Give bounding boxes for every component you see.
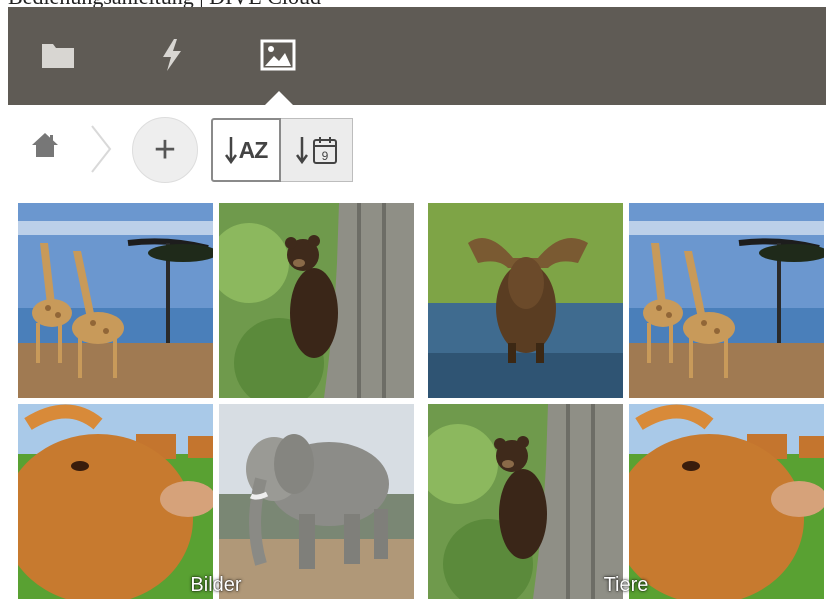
sort-by-date-button[interactable]: 9 [281, 118, 353, 182]
image-icon [260, 39, 296, 71]
sort-arrow-icon [295, 137, 308, 165]
folder-icon [42, 44, 74, 68]
tab-activity[interactable] [152, 35, 192, 75]
thumbnail-elephant [219, 404, 414, 599]
thumbnail-giraffes [18, 203, 213, 398]
thumbnail-cow [629, 404, 824, 599]
tab-gallery[interactable] [258, 35, 298, 75]
top-nav-bar [8, 7, 826, 107]
sort-name-label: AZ [238, 136, 269, 163]
active-tab-indicator [263, 91, 295, 107]
thumbnail-giraffes [629, 203, 824, 398]
calendar-icon: 9 [312, 137, 337, 164]
folder-tile-tiere[interactable]: Tiere [428, 203, 824, 599]
folder-tile-bilder[interactable]: Bilder [18, 203, 414, 599]
home-icon [32, 133, 58, 157]
calendar-day: 9 [321, 149, 328, 163]
gallery-toolbar: + AZ 9 [8, 110, 826, 190]
add-button[interactable]: + [132, 117, 198, 183]
lightning-icon [163, 39, 181, 71]
folder-name-tiere: Tiere [603, 574, 649, 596]
sort-arrow-icon [224, 137, 237, 165]
breadcrumb-home[interactable] [30, 130, 60, 160]
sort-by-name-button[interactable]: AZ [211, 118, 281, 182]
thumbnail-bear-cub [428, 404, 623, 599]
thumbnail-moose [428, 203, 623, 398]
breadcrumb-chevron-icon [91, 125, 112, 173]
tab-files[interactable] [38, 35, 78, 75]
thumbnail-bear-cub [219, 203, 414, 398]
folder-grid: Bilder Tiere [18, 203, 824, 599]
folder-name-bilder: Bilder [190, 574, 242, 596]
thumbnail-cow [18, 404, 213, 599]
sort-controls: AZ 9 [211, 118, 353, 182]
